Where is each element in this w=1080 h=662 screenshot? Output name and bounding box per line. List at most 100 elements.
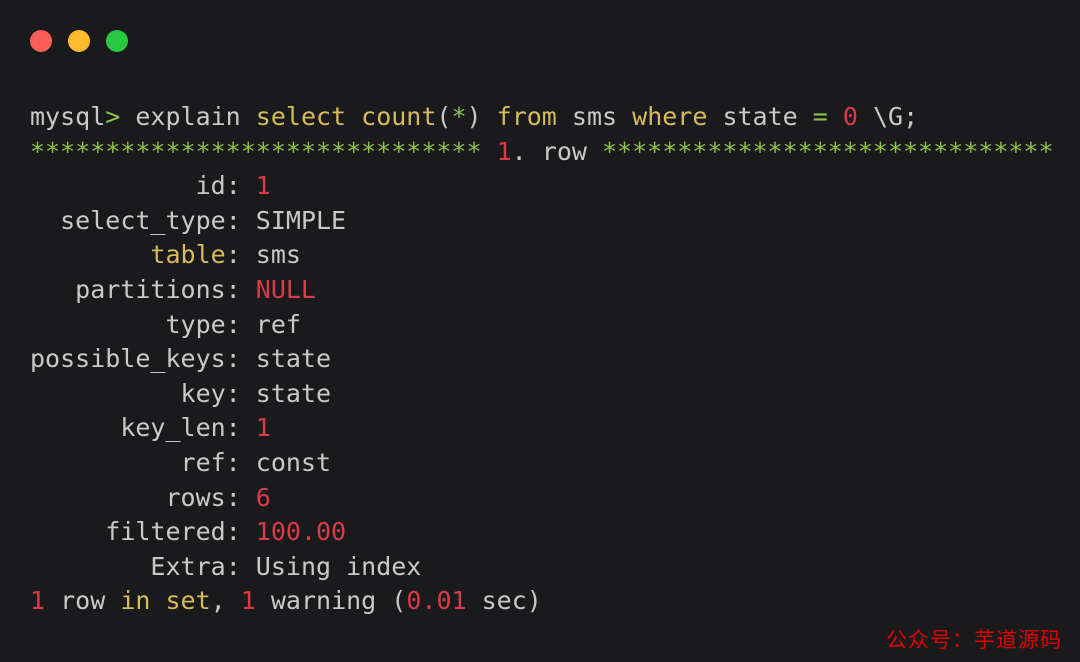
console-token: const xyxy=(255,447,332,477)
console-token: : xyxy=(225,413,256,443)
console-token: 100.00 xyxy=(255,517,347,547)
console-token: 1 xyxy=(255,171,271,201)
console-token xyxy=(30,552,150,581)
console-token: ref xyxy=(255,309,301,339)
console-status-line: 1 row in set, 1 warning (0.01 sec) xyxy=(30,584,1080,619)
console-token: NULL xyxy=(255,274,316,304)
console-token: > xyxy=(105,102,121,131)
console-token: : xyxy=(225,447,256,477)
console-token xyxy=(30,483,165,512)
console-token xyxy=(30,206,60,235)
console-token: type xyxy=(165,309,226,339)
console-token: : xyxy=(225,240,256,270)
console-field-row: ref: const xyxy=(30,446,1080,481)
console-token: : xyxy=(225,274,256,304)
close-window-button[interactable] xyxy=(30,30,52,52)
console-token: , xyxy=(210,586,241,616)
console-token: key xyxy=(180,378,226,408)
console-token xyxy=(30,275,75,304)
console-field-row: id: 1 xyxy=(30,169,1080,204)
console-token: from xyxy=(496,102,572,131)
console-token: in set xyxy=(120,586,211,616)
console-field-row: partitions: NULL xyxy=(30,273,1080,308)
console-token: ****************************** xyxy=(601,136,1054,166)
console-command-line: mysql> explain select count(*) from sms … xyxy=(30,100,1080,135)
console-token: key_len xyxy=(120,413,226,443)
watermark-text: 公众号：芋道源码 xyxy=(886,628,1062,652)
console-token xyxy=(482,137,497,166)
console-token xyxy=(30,517,105,546)
console-token: ****************************** xyxy=(30,136,482,166)
console-token: 0.01 xyxy=(406,586,467,616)
console-token: partitions xyxy=(75,274,226,304)
console-token: ref xyxy=(180,447,226,477)
console-token: * xyxy=(451,102,467,131)
window-titlebar[interactable] xyxy=(0,0,1080,82)
minimize-window-button[interactable] xyxy=(68,30,90,52)
console-token: . row xyxy=(511,136,602,166)
console-field-row: key_len: 1 xyxy=(30,411,1080,446)
console-token: mysql xyxy=(30,102,106,131)
console-token: count xyxy=(361,102,437,131)
console-token: state xyxy=(255,344,332,374)
console-token: possible_keys xyxy=(30,344,226,374)
console-token: ( xyxy=(436,102,452,131)
console-token: 1 xyxy=(240,586,256,616)
console-token: : xyxy=(225,517,256,547)
maximize-window-button[interactable] xyxy=(106,30,128,52)
console-token: warning xyxy=(255,586,392,616)
terminal-content-area[interactable]: mysql> explain select count(*) from sms … xyxy=(0,82,1080,662)
console-token: : xyxy=(225,171,256,201)
console-token: 1 xyxy=(496,136,512,166)
console-token xyxy=(30,448,181,477)
console-token: id xyxy=(195,171,226,201)
console-token: Extra xyxy=(150,551,226,581)
console-token: 1 xyxy=(255,413,271,443)
console-field-row: filtered: 100.00 xyxy=(30,515,1080,550)
console-output: mysql> explain select count(*) from sms … xyxy=(0,82,1080,619)
console-field-row: rows: 6 xyxy=(30,481,1080,516)
console-token: : xyxy=(225,551,256,581)
console-token: explain xyxy=(120,102,256,131)
console-token: 6 xyxy=(255,482,271,512)
console-token xyxy=(30,171,196,200)
terminal-window: mysql> explain select count(*) from sms … xyxy=(0,0,1080,662)
console-token: sms xyxy=(571,102,633,131)
console-token: sms xyxy=(255,240,301,270)
console-token: sec) xyxy=(466,586,542,616)
console-token: state xyxy=(255,378,332,408)
console-token: select xyxy=(255,102,362,131)
traffic-light-buttons xyxy=(30,30,128,52)
console-token: ) xyxy=(466,102,497,131)
console-token: = xyxy=(812,102,843,131)
console-token: : xyxy=(225,309,256,339)
console-token: filtered xyxy=(105,517,226,547)
console-token: : xyxy=(225,378,256,408)
console-field-row: possible_keys: state xyxy=(30,342,1080,377)
console-token: : xyxy=(225,344,256,374)
console-token xyxy=(30,310,165,339)
console-token: table xyxy=(150,240,226,270)
console-token: where xyxy=(632,102,723,131)
console-token xyxy=(30,413,120,442)
console-field-row: key: state xyxy=(30,377,1080,412)
console-token: Using index xyxy=(255,551,422,581)
console-token: : xyxy=(225,482,256,512)
console-field-row: type: ref xyxy=(30,308,1080,343)
console-token: select_type xyxy=(60,205,226,235)
console-row-separator: ****************************** 1. row **… xyxy=(30,135,1080,170)
console-token: 0 xyxy=(842,102,858,131)
console-token: \G; xyxy=(857,102,919,131)
console-token: state xyxy=(722,102,813,131)
console-token: SIMPLE xyxy=(255,205,347,235)
console-token: row xyxy=(45,586,121,616)
console-field-row: select_type: SIMPLE xyxy=(30,204,1080,239)
console-token: rows xyxy=(165,482,226,512)
console-field-row: Extra: Using index xyxy=(30,550,1080,585)
console-token xyxy=(30,240,150,269)
console-token: 1 xyxy=(30,586,46,616)
console-token: ( xyxy=(391,586,407,616)
console-token xyxy=(30,379,181,408)
console-token: : xyxy=(225,205,256,235)
console-field-row: table: sms xyxy=(30,238,1080,273)
